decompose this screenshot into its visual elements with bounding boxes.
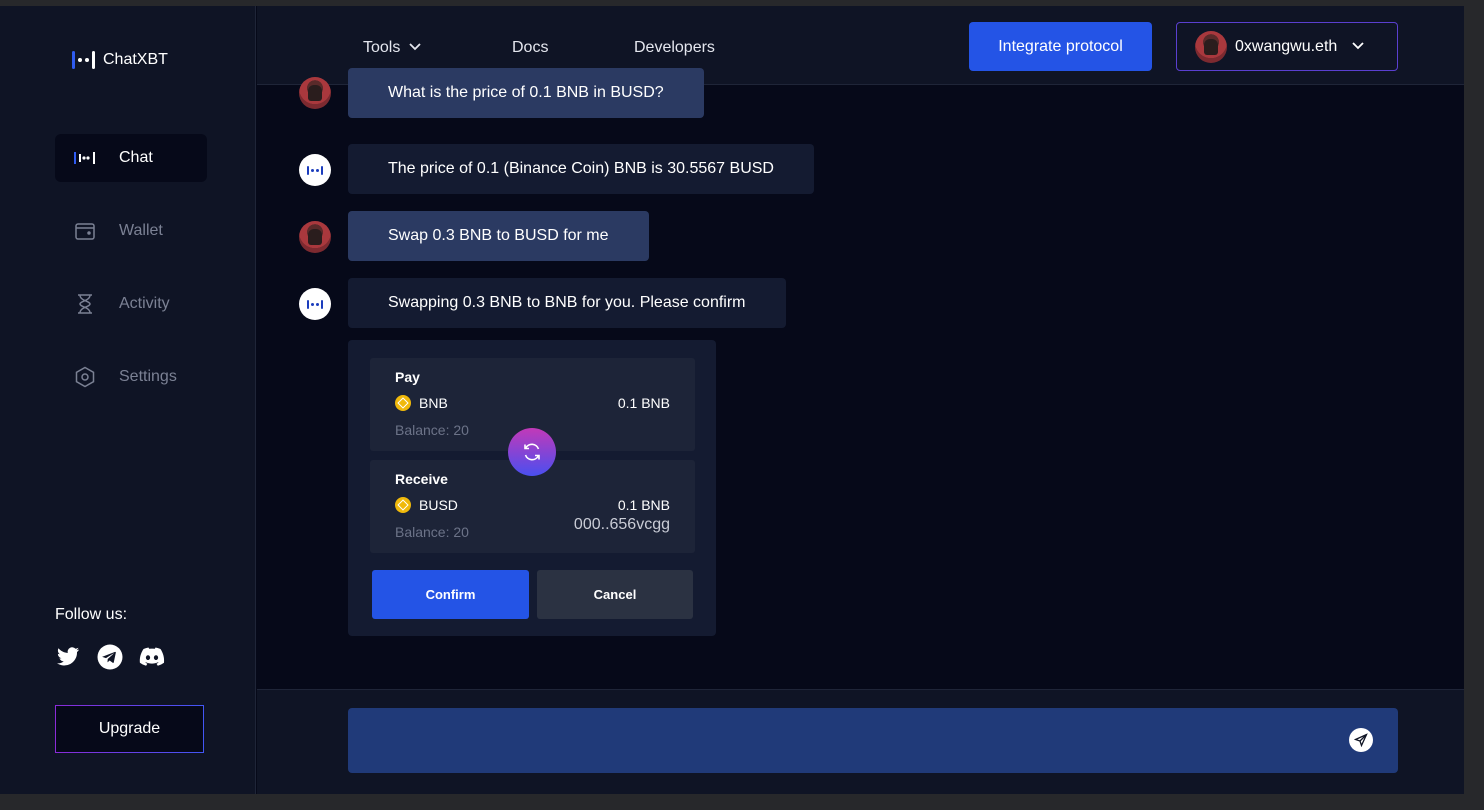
sidebar-item-wallet[interactable]: Wallet [55,207,207,255]
chat-bubble-user: Swap 0.3 BNB to BUSD for me [348,211,649,261]
sidebar-item-label: Settings [119,368,177,385]
bot-avatar [299,154,331,186]
menu-docs-label: Docs [512,39,549,56]
chat-bubble-bot: Swapping 0.3 BNB to BNB for you. Please … [348,278,786,328]
menu-developers-label: Developers [634,39,715,56]
chat-bubble-bot: The price of 0.1 (Binance Coin) BNB is 3… [348,144,814,194]
discord-icon[interactable] [139,644,165,670]
avatar [1195,30,1227,63]
account-name: 0xwangwu.eth [1235,37,1338,55]
cancel-button[interactable]: Cancel [537,570,693,619]
menu-tools-label: Tools [363,39,401,56]
menu-developers[interactable]: Developers [634,39,715,57]
swap-confirmation-card: Pay BNB 0.1 BNB Balance: 20 Receive BUSD [348,340,716,636]
message-row-bot: The price of 0.1 (Binance Coin) BNB is 3… [299,144,814,194]
avatar [299,77,331,109]
app-window: ChatXBT Chat Wallet Activity Settings Fo… [0,6,1464,794]
pay-amount: 0.1 BNB [617,395,670,411]
message-row-user: Swap 0.3 BNB to BUSD for me [299,211,649,261]
wallet-icon [73,219,97,243]
composer-bar [257,689,1464,794]
sidebar-item-chat[interactable]: Chat [55,134,207,182]
busd-coin-icon [395,497,411,513]
sidebar: ChatXBT Chat Wallet Activity Settings Fo… [0,6,256,794]
confirm-button[interactable]: Confirm [372,570,529,619]
twitter-icon[interactable] [55,644,81,670]
pay-token-symbol: BNB [419,395,448,411]
upgrade-button[interactable]: Upgrade [55,705,204,753]
integrate-protocol-button[interactable]: Integrate protocol [969,22,1152,71]
telegram-icon[interactable] [97,644,123,670]
refresh-swap-icon [524,443,540,461]
menu-tools[interactable]: Tools [363,39,422,57]
receive-token-line: BUSD 0.1 BNB [395,497,670,513]
brand-logo[interactable]: ChatXBT [72,50,168,70]
pay-title: Pay [395,369,420,385]
message-text: Swapping 0.3 BNB to BNB for you. Please … [388,294,746,311]
bot-avatar [299,288,331,320]
sidebar-item-label: Wallet [119,222,163,239]
send-button[interactable] [1349,728,1373,752]
account-button[interactable]: 0xwangwu.eth [1176,22,1398,71]
menu-docs[interactable]: Docs [512,39,548,57]
receive-token-symbol: BUSD [419,497,458,513]
message-text: Swap 0.3 BNB to BUSD for me [388,227,609,244]
avatar [299,221,331,253]
bnb-coin-icon [395,395,411,411]
receive-address: 000..656vcgg [573,516,670,533]
sidebar-item-activity[interactable]: Activity [55,280,207,328]
chat-bubble-user: What is the price of 0.1 BNB in BUSD? [348,68,704,118]
chat-logo-icon [73,146,97,170]
social-links [55,644,165,670]
settings-hexagon-icon [73,365,97,389]
chatxbt-logo-icon [72,50,95,70]
brand-name: ChatXBT [103,51,168,68]
sidebar-item-label: Activity [119,295,170,312]
pay-token-selector[interactable]: BNB [395,395,448,411]
chat-message-input[interactable] [348,708,1398,773]
sidebar-nav: Chat Wallet Activity Settings [55,134,207,426]
message-row-user: What is the price of 0.1 BNB in BUSD? [299,68,704,118]
swap-direction-button[interactable] [508,428,556,476]
send-icon [1354,733,1368,747]
message-row-bot: Swapping 0.3 BNB to BNB for you. Please … [299,278,786,328]
message-text: The price of 0.1 (Binance Coin) BNB is 3… [388,160,774,177]
receive-amount: 0.1 BNB [617,497,670,513]
hourglass-icon [73,292,97,316]
follow-us-label: Follow us: [55,606,128,623]
sidebar-item-label: Chat [119,149,153,166]
sidebar-item-settings[interactable]: Settings [55,353,207,401]
pay-token-line: BNB 0.1 BNB [395,395,670,411]
message-text: What is the price of 0.1 BNB in BUSD? [388,84,664,101]
receive-token-selector[interactable]: BUSD [395,497,458,513]
chevron-down-icon [1351,38,1365,56]
chevron-down-icon [408,39,422,57]
